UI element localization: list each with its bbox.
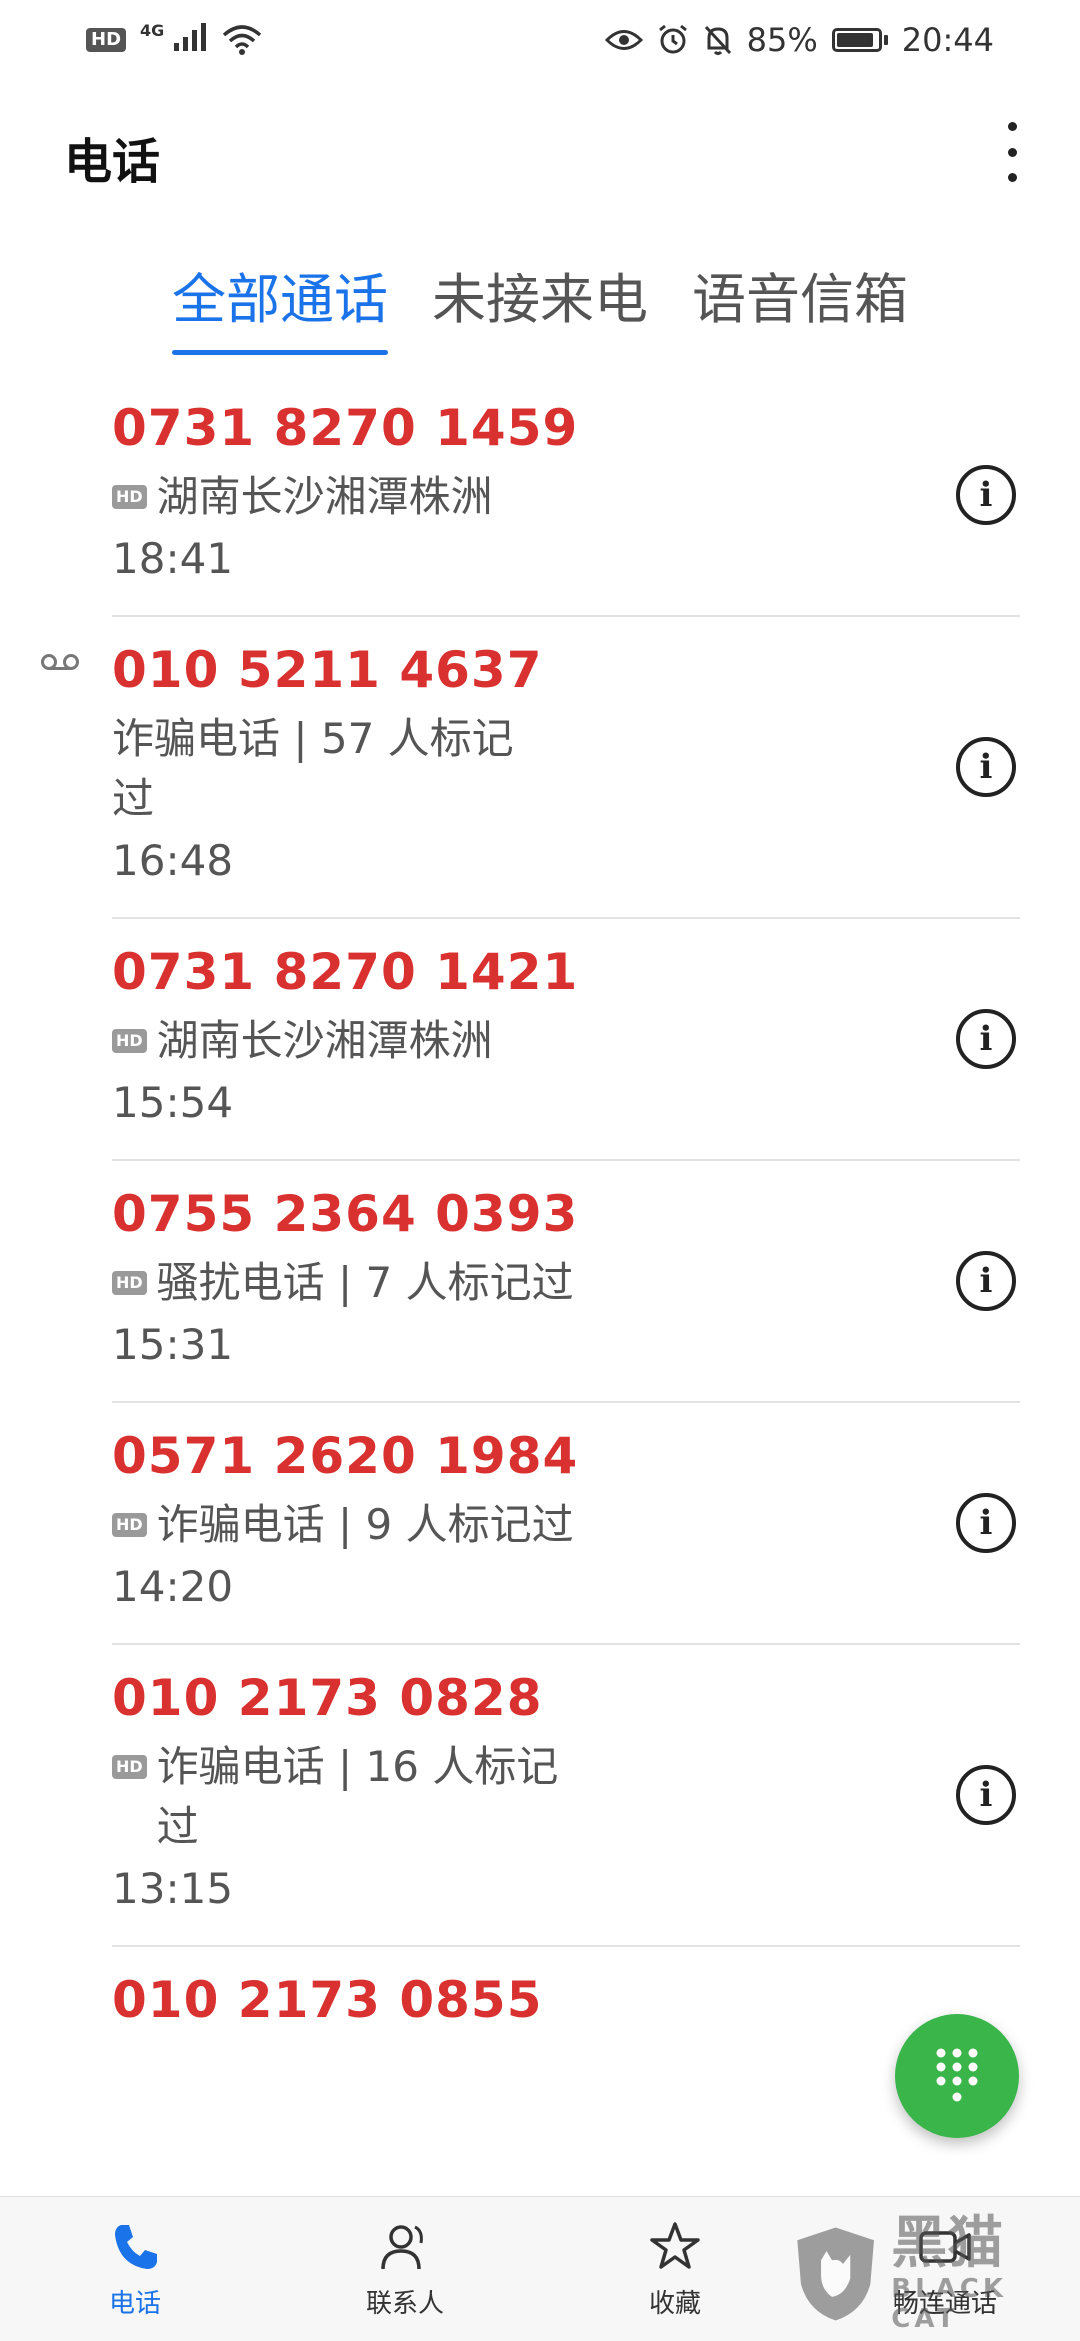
call-tabs: 全部通话 未接来电 语音信箱: [0, 255, 1080, 355]
app-header: 电话: [0, 100, 1080, 200]
call-log-list: 0731 8270 1459 HD 湖南长沙湘潭株洲 18:41 i 010 5…: [0, 375, 1080, 2059]
call-number: 010 5211 4637: [112, 641, 543, 699]
call-info-button[interactable]: i: [956, 1765, 1016, 1825]
tab-all-calls[interactable]: 全部通话: [172, 255, 388, 355]
more-dot-icon: [1007, 173, 1017, 182]
call-log-row[interactable]: 0755 2364 0393 HD 骚扰电话 | 7 人标记过 15:31 i: [112, 1161, 1020, 1403]
more-dot-icon: [1007, 122, 1017, 131]
call-tag: 诈骗电话 | 9 人标记过: [156, 1500, 574, 1549]
call-time: 13:15: [112, 1864, 234, 1913]
call-time: 16:48: [112, 836, 234, 885]
nav-favorites[interactable]: 收藏: [540, 2197, 810, 2341]
black-cat-watermark: 黑猫 BLACK CAT: [790, 2214, 1070, 2334]
call-description: HD 骚扰电话 | 7 人标记过: [112, 1253, 1020, 1313]
tab-voicemail[interactable]: 语音信箱: [692, 255, 908, 355]
dialpad-fab-button[interactable]: [895, 2014, 1019, 2138]
nav-label: 联系人: [365, 2288, 444, 2319]
network-type: 4G: [140, 21, 165, 40]
call-number: 0755 2364 0393: [112, 1185, 579, 1243]
status-left: HD 4G: [86, 21, 262, 59]
hd-call-icon: HD: [112, 1271, 147, 1295]
hd-call-icon: HD: [112, 485, 147, 509]
hd-call-icon: HD: [112, 1029, 147, 1053]
signal-bars-icon: [174, 23, 207, 51]
wifi-icon: [223, 25, 262, 55]
call-log-row[interactable]: 0731 8270 1421 HD 湖南长沙湘潭株洲 15:54 i: [112, 919, 1020, 1161]
clock: 20:44: [901, 21, 994, 59]
watermark-en: BLACK CAT: [891, 2274, 1008, 2334]
hd-call-icon: HD: [112, 1755, 147, 1779]
alarm-icon: [658, 24, 687, 54]
voicemail-icon: [41, 654, 79, 670]
tab-missed-calls[interactable]: 未接来电: [432, 255, 648, 355]
bell-muted-icon: [704, 25, 731, 55]
call-description: 诈骗电话 | 57 人标记过: [112, 709, 1020, 829]
hd-status-icon: HD: [86, 28, 127, 52]
nav-contacts[interactable]: 联系人: [270, 2197, 540, 2341]
call-time: 18:41: [112, 534, 234, 583]
call-log-row[interactable]: 010 5211 4637 诈骗电话 | 57 人标记过 16:48 i: [41, 617, 1020, 919]
star-icon: [650, 2221, 700, 2269]
call-time: 15:31: [112, 1320, 234, 1369]
call-tag: 诈骗电话 | 57 人标记过: [112, 714, 514, 823]
call-description: HD 诈骗电话 | 9 人标记过: [112, 1495, 1020, 1555]
call-tag: 诈骗电话 | 16 人标记过: [156, 1742, 559, 1851]
contacts-icon: [381, 2224, 423, 2269]
call-log-row[interactable]: 010 2173 0828 HD 诈骗电话 | 16 人标记过 13:15 i: [112, 1645, 1020, 1947]
call-time: 14:20: [112, 1562, 234, 1611]
battery-icon: [831, 28, 888, 52]
call-number: 0731 8270 1459: [112, 399, 579, 457]
more-dot-icon: [1007, 147, 1017, 157]
phone-icon: [115, 2224, 157, 2269]
watermark-cn: 黑猫: [891, 2211, 1004, 2276]
call-location: 湖南长沙湘潭株洲: [156, 472, 493, 521]
nav-phone[interactable]: 电话: [0, 2197, 270, 2341]
cat-shield-logo-icon: [797, 2227, 874, 2321]
call-info-button[interactable]: i: [956, 1251, 1016, 1311]
call-info-button[interactable]: i: [956, 1009, 1016, 1069]
call-description: HD 湖南长沙湘潭株洲: [112, 467, 1020, 527]
call-number: 010 2173 0828: [112, 1669, 543, 1727]
dialpad-icon: [936, 2048, 978, 2102]
call-number: 0731 8270 1421: [112, 943, 579, 1001]
nav-label: 电话: [108, 2288, 161, 2319]
call-number: 0571 2620 1984: [112, 1427, 579, 1485]
eye-comfort-icon: [604, 30, 643, 50]
call-info-button[interactable]: i: [956, 737, 1016, 797]
more-options-button[interactable]: [992, 122, 1032, 182]
call-log-row[interactable]: 0731 8270 1459 HD 湖南长沙湘潭株洲 18:41 i: [112, 375, 1020, 617]
signal-icon: 4G: [140, 21, 208, 59]
status-right: 85% 20:44: [604, 21, 994, 59]
call-log-row[interactable]: 010 2173 0855: [112, 1947, 1020, 2059]
hd-call-icon: HD: [112, 1513, 147, 1537]
call-time: 15:54: [112, 1078, 234, 1127]
call-log-row[interactable]: 0571 2620 1984 HD 诈骗电话 | 9 人标记过 14:20 i: [112, 1403, 1020, 1645]
call-tag: 骚扰电话 | 7 人标记过: [156, 1258, 574, 1307]
nav-label: 收藏: [648, 2288, 701, 2319]
call-location: 湖南长沙湘潭株洲: [156, 1016, 493, 1065]
call-number: 010 2173 0855: [112, 1971, 543, 2029]
battery-percent: 85%: [746, 21, 818, 59]
page-title: 电话: [64, 134, 161, 190]
status-bar: HD 4G 85% 20:44: [0, 0, 1080, 80]
watermark-text: 黑猫 BLACK CAT: [891, 2211, 1070, 2335]
call-info-button[interactable]: i: [956, 465, 1016, 525]
call-description: HD 湖南长沙湘潭株洲: [112, 1011, 1020, 1071]
call-description: HD 诈骗电话 | 16 人标记过: [112, 1737, 1020, 1857]
call-info-button[interactable]: i: [956, 1493, 1016, 1553]
